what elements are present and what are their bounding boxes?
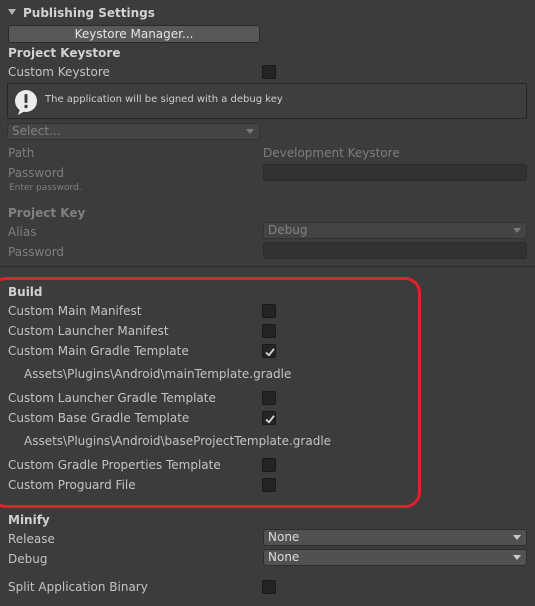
release-value: None <box>268 530 300 544</box>
release-dropdown[interactable]: None <box>263 529 527 546</box>
path-label: Path <box>8 146 35 160</box>
split-binary-checkbox[interactable] <box>262 580 276 594</box>
divider <box>0 266 535 267</box>
info-helpbox: The application will be signed with a de… <box>7 83 527 119</box>
chevron-down-icon <box>246 129 254 134</box>
highlight-box <box>0 277 421 508</box>
info-icon <box>15 90 37 115</box>
split-binary-label: Split Application Binary <box>8 580 148 594</box>
section-title: Publishing Settings <box>23 6 155 20</box>
info-message: The application will be signed with a de… <box>45 94 283 105</box>
project-key-heading: Project Key <box>8 206 86 220</box>
chevron-down-icon <box>513 535 521 540</box>
debug-dropdown[interactable]: None <box>263 549 527 566</box>
chevron-down-icon <box>513 228 521 233</box>
keystore-select-dropdown[interactable]: Select... <box>7 123 260 140</box>
password-hint: Enter password. <box>9 183 82 193</box>
minify-heading: Minify <box>8 513 50 527</box>
alias-value: Debug <box>268 223 308 237</box>
alias-label: Alias <box>8 225 37 239</box>
keystore-manager-button[interactable]: Keystore Manager... <box>8 25 260 43</box>
alias-dropdown[interactable]: Debug <box>263 222 527 239</box>
key-password-label: Password <box>8 245 65 259</box>
custom-keystore-checkbox[interactable] <box>262 65 276 79</box>
debug-value: None <box>268 550 300 564</box>
key-password-field[interactable] <box>263 242 527 259</box>
keystore-select-value: Select... <box>12 124 61 138</box>
chevron-down-icon <box>513 555 521 560</box>
path-value: Development Keystore <box>263 146 400 160</box>
foldout-arrow-icon <box>8 9 16 15</box>
project-keystore-heading: Project Keystore <box>8 46 121 60</box>
keystore-password-field[interactable] <box>263 164 527 181</box>
keystore-manager-label: Keystore Manager... <box>74 27 194 41</box>
debug-label: Debug <box>8 552 48 566</box>
custom-keystore-label: Custom Keystore <box>8 65 110 79</box>
publishing-settings-foldout[interactable]: Publishing Settings <box>4 5 254 21</box>
keystore-password-label: Password <box>8 166 65 180</box>
release-label: Release <box>8 532 55 546</box>
